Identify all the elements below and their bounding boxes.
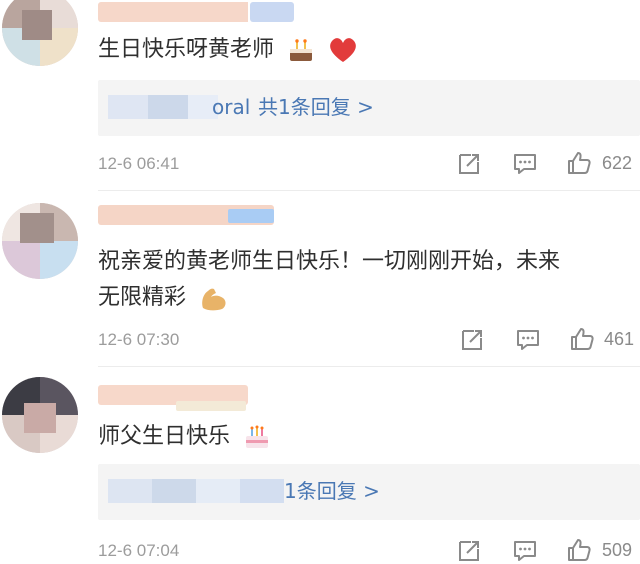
birthday-cake-emoji (246, 425, 269, 448)
thumbs-up-icon[interactable] (566, 150, 592, 176)
flexed-biceps-emoji (202, 288, 226, 311)
reply-author-fragment: oral (212, 95, 251, 119)
timestamp: 12-6 06:41 (98, 154, 180, 173)
birthday-cake-emoji (290, 39, 313, 61)
comment-item: 生日快乐呀黄老师 oral 共1条回复 > 12-6 06:41 622 (0, 0, 640, 190)
repost-icon[interactable] (456, 151, 482, 177)
like-count: 622 (602, 153, 633, 173)
reply-count-link[interactable]: 1条回复 > (284, 477, 380, 505)
comment-item: 师父生日快乐 1条回复 > 12-6 07:04 509 (0, 367, 640, 563)
repost-icon[interactable] (456, 538, 482, 564)
user-badge-blurred (250, 2, 294, 22)
reply-preview-box[interactable]: 1条回复 > (98, 464, 640, 520)
reply-preview-box[interactable]: oral 共1条回复 > (98, 80, 640, 136)
reply-count-link[interactable]: 共1条回复 > (258, 93, 374, 121)
like-count: 461 (604, 329, 635, 349)
avatar[interactable] (2, 0, 78, 66)
comment-text: 师父生日快乐 (98, 419, 630, 455)
comment-icon[interactable] (515, 327, 541, 353)
comment-item: 祝亲爱的黄老师生日快乐！一切刚刚开始，未来 无限精彩 12-6 07:30 46… (0, 191, 640, 366)
like-count: 509 (602, 540, 633, 560)
reply-author-blurred (108, 479, 284, 503)
thumbs-up-icon[interactable] (566, 537, 592, 563)
user-badge-blurred (176, 401, 246, 411)
comment-icon[interactable] (512, 151, 538, 177)
repost-icon[interactable] (459, 327, 485, 353)
comment-icon[interactable] (512, 538, 538, 564)
avatar[interactable] (2, 203, 78, 279)
timestamp: 12-6 07:04 (98, 541, 180, 560)
red-heart-emoji (330, 38, 356, 62)
thumbs-up-icon[interactable] (569, 326, 595, 352)
user-badge-blurred (228, 209, 274, 223)
comment-text: 生日快乐呀黄老师 (98, 32, 630, 68)
comment-text: 祝亲爱的黄老师生日快乐！一切刚刚开始，未来 无限精彩 (98, 249, 561, 311)
reply-author-blurred (108, 95, 218, 119)
avatar[interactable] (2, 377, 78, 453)
timestamp: 12-6 07:30 (98, 330, 180, 349)
